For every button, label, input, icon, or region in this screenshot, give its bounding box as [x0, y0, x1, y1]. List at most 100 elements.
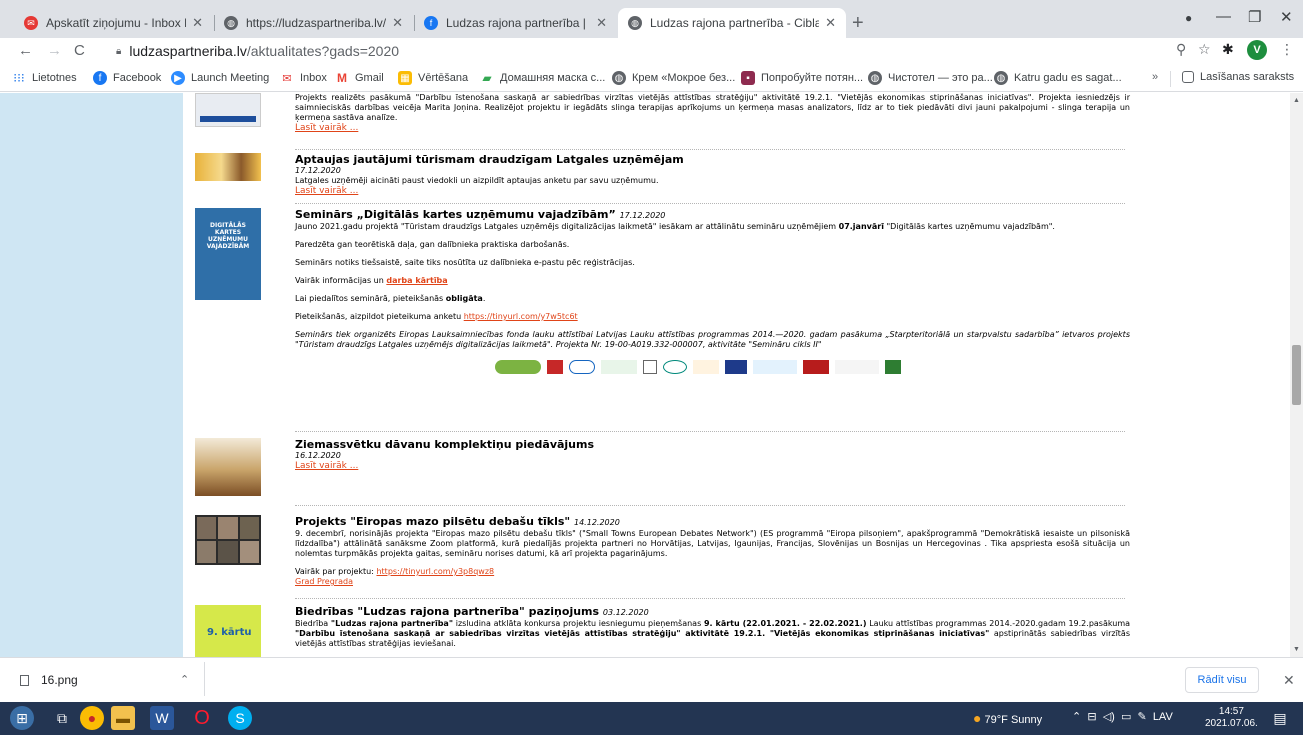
extensions-icon[interactable]: ✱: [1222, 41, 1234, 58]
project-link[interactable]: https://tinyurl.com/y3p8qwz8: [376, 567, 494, 576]
bookmark-celandine[interactable]: ◍ Чистотел — это ра...: [868, 71, 993, 85]
pen-icon[interactable]: ✎: [1137, 711, 1146, 723]
tab-ciblas-active[interactable]: ◍ Ludzas rajona partnerība - Ciblas ✕: [618, 8, 846, 38]
network-icon[interactable]: ⊟: [1087, 711, 1096, 723]
chevron-up-icon[interactable]: ⌃: [1072, 711, 1081, 723]
reload-button[interactable]: C: [74, 42, 85, 59]
address-path: /aktualitates?gads=2020: [246, 43, 400, 59]
language-indicator[interactable]: LAV: [1153, 711, 1173, 723]
file-explorer-icon[interactable]: ▬: [111, 706, 135, 730]
bookmark-vertesana[interactable]: ▦ Vērtēšana: [398, 71, 468, 85]
bookmark-apps[interactable]: ⁝⁝⁝ Lietotnes: [12, 71, 76, 85]
chevron-up-icon[interactable]: ⌃: [180, 673, 189, 686]
show-all-button[interactable]: Rādīt visu: [1185, 667, 1259, 693]
weather-widget[interactable]: ● 79°F Sunny: [973, 710, 1042, 726]
video-tile: [218, 541, 238, 563]
forward-button[interactable]: →: [47, 42, 62, 59]
bookmark-label: Katru gadu es sagat...: [1014, 72, 1122, 84]
bookmark-gmail[interactable]: M Gmail: [335, 71, 384, 85]
news-title[interactable]: Ziemassvētku dāvanu komplektiņu piedāvāj…: [295, 438, 1130, 451]
task-view-icon[interactable]: ⧉: [50, 706, 74, 730]
image-icon: ▪: [741, 71, 755, 85]
close-icon[interactable]: ✕: [1283, 672, 1295, 689]
download-item[interactable]: 16.png: [20, 673, 78, 687]
paragraph-text: Vairāk informācijas un: [295, 276, 384, 285]
address-domain: ludzaspartneriba.lv: [129, 43, 247, 59]
news-paragraph: Seminārs notiks tiešsaistē, saite tiks n…: [295, 258, 635, 267]
close-icon[interactable]: ✕: [596, 15, 607, 31]
bookmark-mask[interactable]: ▰ Домашняя маска с...: [480, 71, 605, 85]
registration-link[interactable]: https://tinyurl.com/y7w5tc6t: [464, 312, 578, 321]
notifications-icon[interactable]: ▤: [1268, 706, 1292, 730]
tab-inbox[interactable]: ✉ Apskatīt ziņojumu - Inbox Mail ✕: [14, 8, 213, 38]
tab-ludzas-projects[interactable]: ◍ https://ludzaspartneriba.lv/proje ✕: [214, 8, 413, 38]
news-title[interactable]: Aptaujas jautājumi tūrismam draudzīgam L…: [295, 153, 1130, 166]
bookmark-inbox[interactable]: ✉ Inbox: [280, 71, 327, 85]
scrollbar-thumb[interactable]: [1292, 345, 1301, 405]
grad-pregrada-link[interactable]: Grad Pregrada: [295, 577, 353, 586]
clock[interactable]: 14:57 2021.07.06.: [1205, 706, 1258, 730]
news-thumbnail[interactable]: [195, 93, 261, 127]
volume-icon[interactable]: ◁): [1103, 711, 1115, 723]
reading-list-button[interactable]: Lasīšanas saraksts: [1182, 71, 1294, 83]
news-item: 9. kārtu Biedrības "Ludzas rajona partne…: [195, 605, 1130, 657]
profile-avatar[interactable]: V: [1247, 40, 1267, 60]
board-icon: ▦: [398, 71, 412, 85]
star-icon[interactable]: ☆: [1198, 41, 1211, 58]
bookmark-facebook[interactable]: f Facebook: [93, 71, 161, 85]
news-item: Aptaujas jautājumi tūrismam draudzīgam L…: [195, 153, 1130, 201]
read-more-link[interactable]: Lasīt vairāk ...: [295, 186, 1130, 197]
video-tile: [197, 517, 217, 539]
news-thumbnail[interactable]: [195, 153, 261, 181]
clock-date: 2021.07.06.: [1205, 718, 1258, 729]
bookmark-label: Vērtēšana: [418, 72, 469, 84]
news-thumbnail[interactable]: [195, 515, 261, 565]
news-title[interactable]: Projekts "Eiropas mazo pilsētu debašu tī…: [295, 515, 1130, 529]
news-divider: [295, 149, 1125, 150]
opera-icon[interactable]: O: [190, 706, 214, 730]
skype-icon[interactable]: S: [228, 706, 252, 730]
news-thumbnail[interactable]: 9. kārtu: [195, 605, 261, 657]
news-thumbnail[interactable]: [195, 438, 261, 496]
bookmark-cream[interactable]: ◍ Крем «Мокрое без...: [612, 71, 735, 85]
profile-dot-icon[interactable]: ●: [1185, 11, 1192, 25]
zoom-icon[interactable]: ⚲: [1176, 41, 1186, 58]
national-logo: [693, 360, 719, 374]
new-tab-button[interactable]: +: [852, 12, 864, 35]
address-bar[interactable]: 🔒︎ ludzaspartneriba.lv/aktualitates?gads…: [116, 40, 399, 62]
chrome-icon[interactable]: ●: [80, 706, 104, 730]
close-icon[interactable]: ✕: [825, 15, 836, 31]
more-bookmarks-button[interactable]: »: [1152, 71, 1158, 83]
news-paragraph: Vairāk informācijas un darba kārtība: [295, 276, 1130, 286]
menu-icon[interactable]: ⋮: [1280, 41, 1294, 58]
close-icon[interactable]: ✕: [392, 15, 403, 31]
battery-icon[interactable]: ▭: [1121, 711, 1131, 723]
mail-icon: ✉: [282, 72, 292, 85]
read-more-link[interactable]: Lasīt vairāk ...: [295, 461, 1130, 472]
scroll-up-arrow[interactable]: ▲: [1293, 97, 1300, 104]
news-title[interactable]: Seminārs „Digitālās kartes uzņēmumu vaja…: [295, 208, 1130, 222]
news-title[interactable]: Biedrības "Ludzas rajona partnerība" paz…: [295, 605, 1130, 619]
news-paragraph: Grad Pregrada: [295, 577, 1130, 587]
bookmark-every-year[interactable]: ◍ Katru gadu es sagat...: [994, 71, 1122, 85]
tab-facebook[interactable]: f Ludzas rajona partnerība | Facebo ✕: [414, 8, 617, 38]
read-more-link[interactable]: Lasīt vairāk ...: [295, 123, 1130, 134]
news-thumbnail[interactable]: DIGITĀLĀS KARTES UZŅĒMUMU VAJADZĪBĀM: [195, 208, 261, 300]
word-icon[interactable]: W: [150, 706, 174, 730]
start-button[interactable]: ⊞: [10, 706, 34, 730]
agenda-link[interactable]: darba kārtība: [386, 276, 447, 285]
close-window-button[interactable]: ✕: [1280, 8, 1293, 26]
close-icon[interactable]: ✕: [192, 15, 203, 31]
news-text: Biedrība "Ludzas rajona partnerība" izsl…: [295, 619, 1130, 649]
scroll-down-arrow[interactable]: ▼: [1293, 646, 1300, 653]
maximize-button[interactable]: ❐: [1248, 8, 1261, 26]
news-divider: [295, 505, 1125, 506]
minimize-button[interactable]: —: [1216, 8, 1231, 25]
back-button[interactable]: ←: [18, 42, 33, 59]
news-item: Projekts realizēts pasākumā "Darbību īst…: [195, 93, 1130, 137]
bookmark-launch-meeting[interactable]: ▶ Launch Meeting: [171, 71, 269, 85]
bookmark-try[interactable]: ▪ Попробуйте потян...: [741, 71, 863, 85]
tray-icons[interactable]: ⌃ ⊟ ◁) ▭ ✎ LAV: [1072, 710, 1173, 723]
leader-logo: [835, 360, 879, 374]
news-paragraph: Seminārs tiek organizēts Eiropas Lauksai…: [295, 330, 1130, 349]
